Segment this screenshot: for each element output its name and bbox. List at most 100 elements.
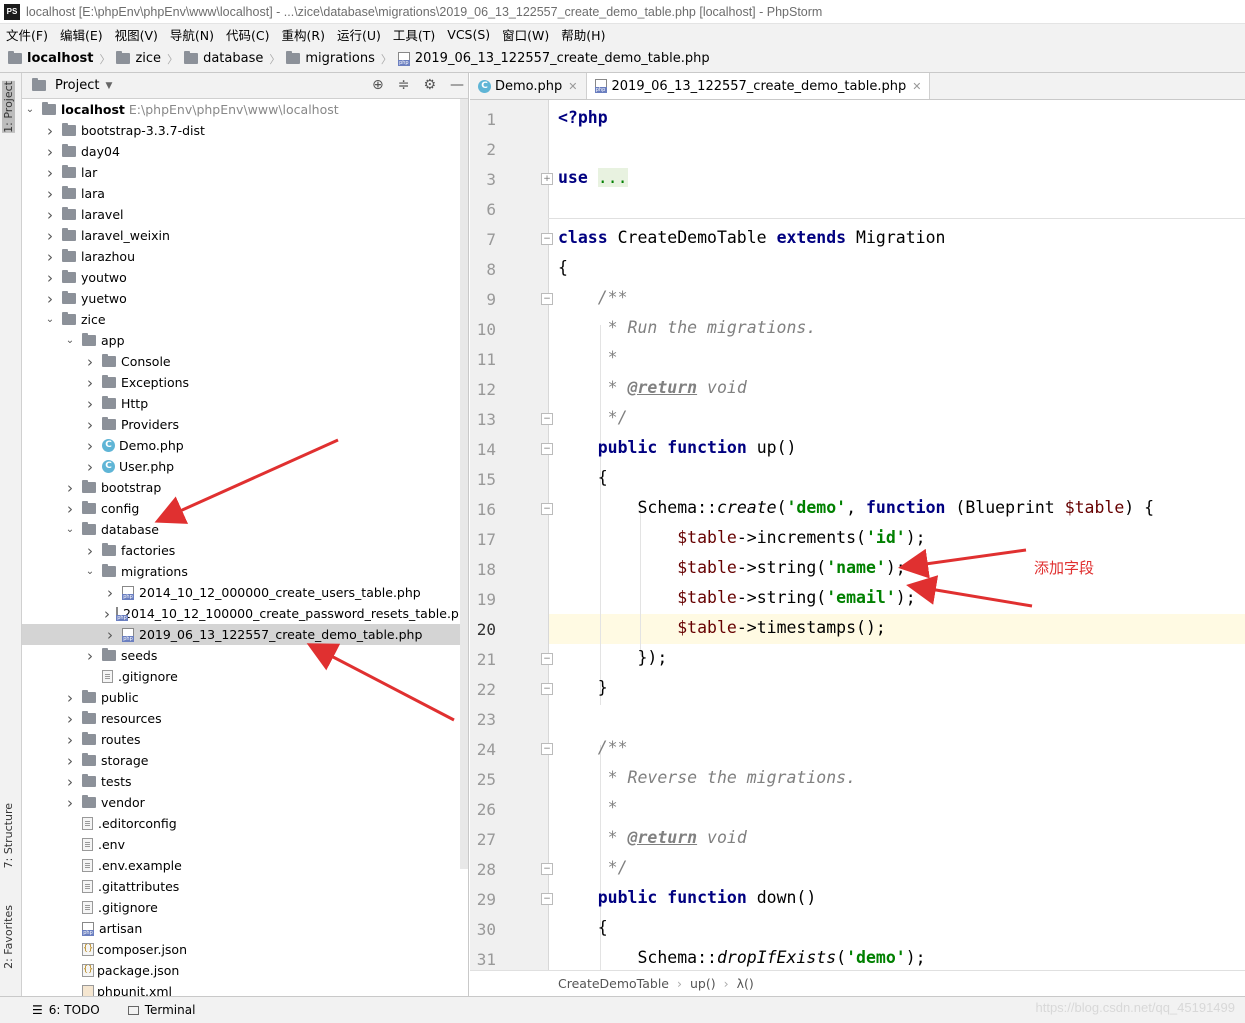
chevron-right-icon[interactable]: ›: [104, 626, 116, 644]
tree-item-selected[interactable]: › 2019_06_13_122557_create_demo_table.php: [22, 624, 468, 645]
code-line[interactable]: });: [558, 648, 667, 667]
tree-item[interactable]: ⌄ migrations: [22, 561, 468, 582]
fold-collapse-icon[interactable]: −: [541, 503, 553, 515]
code-line[interactable]: public function down(): [558, 888, 817, 907]
fold-collapse-icon[interactable]: −: [541, 743, 553, 755]
fold-collapse-icon[interactable]: −: [541, 443, 553, 455]
nav-crumb-zice[interactable]: zice: [116, 51, 161, 66]
hide-panel-icon[interactable]: —: [450, 77, 464, 93]
tree-item[interactable]: › config: [22, 498, 468, 519]
code-line[interactable]: public function up(): [558, 438, 797, 457]
menu-help[interactable]: 帮助(H): [561, 25, 605, 44]
fold-collapse-icon[interactable]: −: [541, 293, 553, 305]
chevron-right-icon[interactable]: ›: [104, 605, 110, 623]
menu-view[interactable]: 视图(V): [115, 25, 158, 44]
tree-item[interactable]: composer.json: [22, 939, 468, 960]
tree-item[interactable]: › resources: [22, 708, 468, 729]
tree-item[interactable]: › Exceptions: [22, 372, 468, 393]
crumb-method[interactable]: up(): [690, 976, 716, 991]
menu-navigate[interactable]: 导航(N): [170, 25, 214, 44]
tree-item[interactable]: artisan: [22, 918, 468, 939]
nav-crumb-file[interactable]: 2019_06_13_122557_create_demo_table.php: [397, 51, 710, 66]
tree-item[interactable]: ⌄ database: [22, 519, 468, 540]
chevron-right-icon[interactable]: ›: [44, 164, 56, 182]
tool-tab-project[interactable]: 1: Project: [2, 81, 15, 133]
tree-item[interactable]: › Http: [22, 393, 468, 414]
code-line[interactable]: */: [558, 408, 628, 427]
chevron-right-icon[interactable]: ›: [44, 227, 56, 245]
code-line[interactable]: /**: [558, 738, 628, 757]
tree-item[interactable]: ⌄ zice: [22, 309, 468, 330]
collapse-all-icon[interactable]: ≑: [398, 77, 410, 93]
code-line[interactable]: *: [558, 348, 618, 367]
code-line[interactable]: * Reverse the migrations.: [558, 768, 856, 787]
tree-item[interactable]: › lara: [22, 183, 468, 204]
chevron-right-icon[interactable]: ›: [44, 143, 56, 161]
chevron-right-icon[interactable]: ›: [64, 500, 76, 518]
nav-crumb-database[interactable]: database: [184, 51, 263, 66]
tree-item[interactable]: › yuetwo: [22, 288, 468, 309]
fold-collapse-icon[interactable]: −: [541, 233, 553, 245]
close-icon[interactable]: ✕: [912, 80, 921, 93]
tree-item[interactable]: › factories: [22, 540, 468, 561]
code-line[interactable]: {: [558, 258, 568, 277]
tree-item[interactable]: › tests: [22, 771, 468, 792]
tree-item[interactable]: › day04: [22, 141, 468, 162]
code-line[interactable]: $table->increments('id');: [558, 528, 925, 547]
tree-item[interactable]: .gitignore: [22, 666, 468, 687]
chevron-right-icon[interactable]: ›: [44, 185, 56, 203]
chevron-right-icon[interactable]: ›: [84, 647, 96, 665]
menu-vcs[interactable]: VCS(S): [447, 27, 490, 42]
tree-item[interactable]: › seeds: [22, 645, 468, 666]
tree-item[interactable]: › laravel_weixin: [22, 225, 468, 246]
chevron-right-icon[interactable]: ›: [84, 395, 96, 413]
menu-file[interactable]: 文件(F): [6, 25, 48, 44]
tree-item[interactable]: › C Demo.php: [22, 435, 468, 456]
tree-item[interactable]: .env: [22, 834, 468, 855]
code-line[interactable]: */: [558, 858, 628, 877]
project-scrollbar[interactable]: [460, 99, 468, 869]
code-line[interactable]: }: [558, 678, 608, 697]
tree-item[interactable]: › public: [22, 687, 468, 708]
menu-edit[interactable]: 编辑(E): [60, 25, 103, 44]
tree-item[interactable]: › youtwo: [22, 267, 468, 288]
fold-end-icon[interactable]: −: [541, 683, 553, 695]
chevron-right-icon[interactable]: ›: [84, 374, 96, 392]
code-line[interactable]: * @return void: [558, 378, 747, 397]
close-icon[interactable]: ✕: [568, 80, 577, 93]
tree-item[interactable]: .gitattributes: [22, 876, 468, 897]
chevron-right-icon[interactable]: ›: [104, 584, 116, 602]
chevron-right-icon[interactable]: ›: [44, 122, 56, 140]
chevron-right-icon[interactable]: ›: [84, 437, 96, 455]
tree-item[interactable]: ⌄ app: [22, 330, 468, 351]
tree-root[interactable]: ⌄ localhost E:\phpEnv\phpEnv\www\localho…: [22, 99, 468, 120]
code-line[interactable]: use ...: [558, 168, 628, 187]
chevron-down-icon[interactable]: ⌄: [44, 314, 56, 325]
chevron-right-icon[interactable]: ›: [44, 248, 56, 266]
code-line[interactable]: $table->timestamps();: [558, 618, 886, 637]
tree-item[interactable]: › bootstrap-3.3.7-dist: [22, 120, 468, 141]
nav-crumb-localhost[interactable]: localhost: [8, 51, 93, 66]
terminal-tool-button[interactable]: Terminal: [127, 1003, 195, 1017]
code-line[interactable]: $table->string('email');: [558, 588, 915, 607]
code-line[interactable]: Schema::dropIfExists('demo');: [558, 948, 925, 967]
project-panel-title[interactable]: Project: [55, 78, 99, 93]
tree-item[interactable]: › routes: [22, 729, 468, 750]
nav-crumb-migrations[interactable]: migrations: [286, 51, 375, 66]
menu-window[interactable]: 窗口(W): [502, 25, 549, 44]
tree-item[interactable]: › lar: [22, 162, 468, 183]
tree-item[interactable]: › 2014_10_12_100000_create_password_reset…: [22, 603, 468, 624]
chevron-right-icon[interactable]: ›: [84, 353, 96, 371]
menu-tools[interactable]: 工具(T): [393, 25, 435, 44]
chevron-right-icon[interactable]: ›: [64, 752, 76, 770]
tree-item[interactable]: phpunit.xml: [22, 981, 468, 996]
menu-refactor[interactable]: 重构(R): [282, 25, 325, 44]
locate-target-icon[interactable]: ⊕: [372, 77, 384, 93]
code-line[interactable]: <?php: [558, 108, 608, 127]
chevron-right-icon[interactable]: ›: [44, 206, 56, 224]
chevron-down-icon[interactable]: ⌄: [64, 335, 76, 346]
tool-tab-favorites[interactable]: 2: Favorites: [2, 905, 15, 969]
chevron-right-icon[interactable]: ›: [44, 269, 56, 287]
editor-tab-migration[interactable]: 2019_06_13_122557_create_demo_table.php …: [586, 73, 931, 99]
chevron-right-icon[interactable]: ›: [64, 710, 76, 728]
